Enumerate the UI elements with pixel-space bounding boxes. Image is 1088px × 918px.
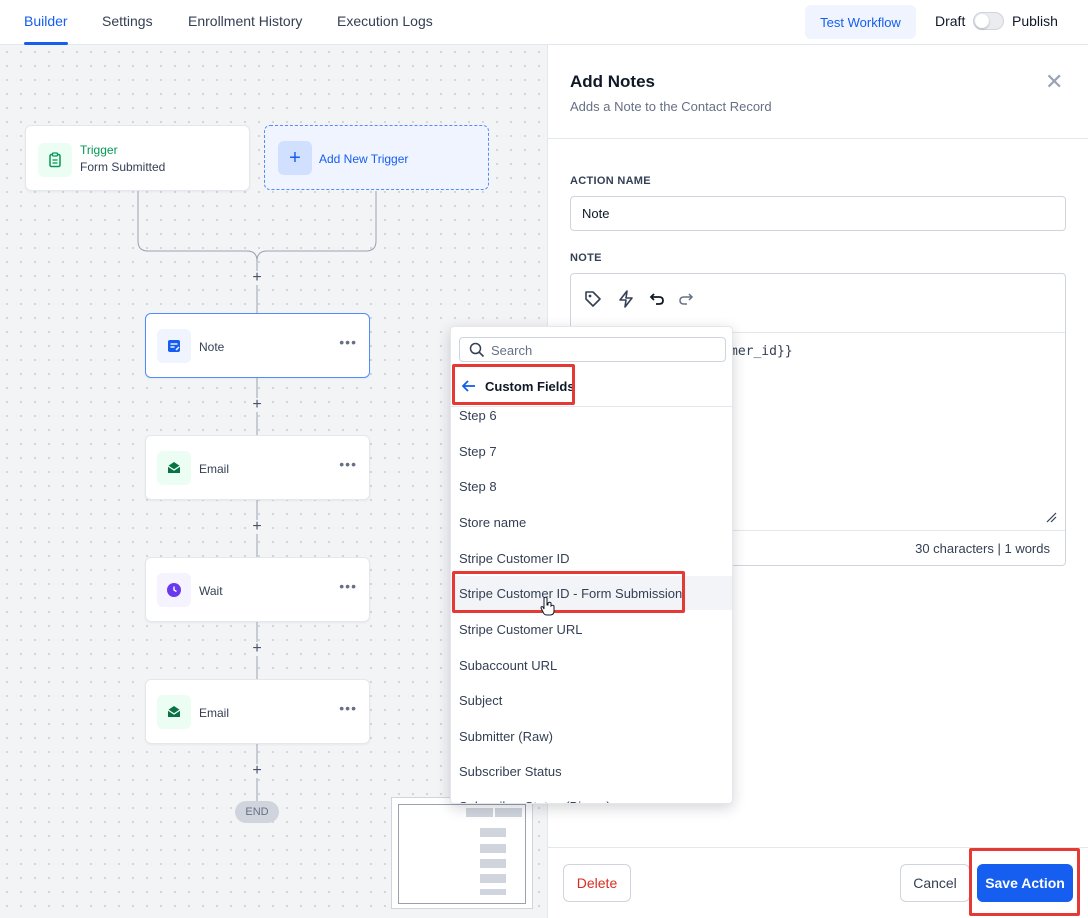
note-content: mer_id}} [730,344,793,359]
more-options-icon[interactable]: ••• [339,700,357,716]
tab-builder[interactable]: Builder [24,13,68,29]
trigger-subtitle: Form Submitted [80,160,166,174]
redo-icon[interactable] [675,288,697,310]
editor-toolbar [571,274,1065,333]
publish-label: Publish [1012,13,1058,29]
add-step-plus-icon[interactable]: + [250,641,264,657]
node-label: Wait [199,584,223,598]
end-marker: END [235,801,279,823]
email-node[interactable]: Email ••• [145,435,370,500]
tag-icon[interactable] [582,288,604,310]
hand-cursor-icon [540,596,556,621]
email-icon [157,451,191,485]
list-item[interactable]: Subaccount URL [451,648,732,682]
undo-icon[interactable] [646,288,668,310]
list-item[interactable]: Subscriber Status [451,754,732,788]
delete-button[interactable]: Delete [563,864,631,902]
search-placeholder: Search [491,343,533,358]
panel-subtitle: Adds a Note to the Contact Record [570,99,772,114]
arrow-left-icon [461,378,477,399]
add-step-plus-icon[interactable]: + [250,519,264,535]
search-icon [469,342,485,363]
search-input[interactable]: Search [459,337,726,362]
tab-enrollment-history[interactable]: Enrollment History [188,13,302,29]
plus-icon: + [278,141,312,175]
clock-icon [157,573,191,607]
minimap[interactable] [391,797,533,909]
back-to-custom-fields[interactable]: Custom Fields [459,375,719,401]
tab-execution-logs[interactable]: Execution Logs [337,13,433,29]
list-item[interactable]: Store name [451,505,732,539]
minimap-viewport [398,804,526,904]
resize-handle-icon[interactable] [1045,510,1057,528]
list-item[interactable]: Subject [451,683,732,717]
add-step-plus-icon[interactable]: + [250,397,264,413]
lightning-icon[interactable] [615,288,637,310]
more-options-icon[interactable]: ••• [339,334,357,350]
add-step-plus-icon[interactable]: + [250,763,264,779]
email-node[interactable]: Email ••• [145,679,370,744]
close-icon[interactable]: ✕ [1045,69,1063,95]
panel-title: Add Notes [570,72,655,91]
action-name-input[interactable]: Note [570,196,1066,231]
custom-fields-label: Custom Fields [485,379,575,394]
list-item[interactable]: Stripe Customer URL [451,612,732,646]
more-options-icon[interactable]: ••• [339,456,357,472]
list-item[interactable]: Stripe Customer ID [451,541,732,575]
tab-settings[interactable]: Settings [102,13,153,29]
field-list: Step 6 Step 7 Step 8 Store name Stripe C… [451,407,732,804]
toggle-knob [975,14,989,28]
trigger-title: Trigger [80,143,118,157]
add-new-trigger-button[interactable]: + Add New Trigger [264,125,489,190]
note-icon [157,329,191,363]
action-name-label: ACTION NAME [570,175,651,187]
custom-field-dropdown: Search Custom Fields Step 6 Step 7 Step … [450,326,733,804]
character-count: 30 characters | 1 words [915,541,1050,556]
node-label: Email [199,462,230,476]
list-item[interactable]: Step 7 [451,434,732,468]
divider [548,138,1088,139]
note-label: NOTE [570,252,602,264]
list-item[interactable]: Step 6 [451,407,732,432]
top-bar: Builder Settings Enrollment History Exec… [0,0,1088,45]
save-action-button[interactable]: Save Action [977,864,1073,902]
cancel-button[interactable]: Cancel [900,864,970,902]
list-item[interactable]: Subscriber Status (Binary) [451,789,732,804]
list-item-hovered[interactable]: Stripe Customer ID - Form Submission [451,576,732,610]
wait-node[interactable]: Wait ••• [145,557,370,622]
trigger-node[interactable]: Trigger Form Submitted [25,125,250,191]
more-options-icon[interactable]: ••• [339,578,357,594]
email-icon [157,695,191,729]
list-item[interactable]: Step 8 [451,469,732,503]
note-node[interactable]: Note ••• [145,313,370,378]
node-label: Email [199,706,230,720]
clipboard-icon [38,143,72,177]
draft-label: Draft [935,13,966,29]
publish-toggle[interactable] [973,12,1004,30]
list-item[interactable]: Submitter (Raw) [451,719,732,753]
divider [548,847,1088,848]
node-label: Note [199,340,225,354]
add-step-plus-icon[interactable]: + [250,270,264,286]
test-workflow-button[interactable]: Test Workflow [805,5,916,39]
add-trigger-label: Add New Trigger [319,152,409,166]
